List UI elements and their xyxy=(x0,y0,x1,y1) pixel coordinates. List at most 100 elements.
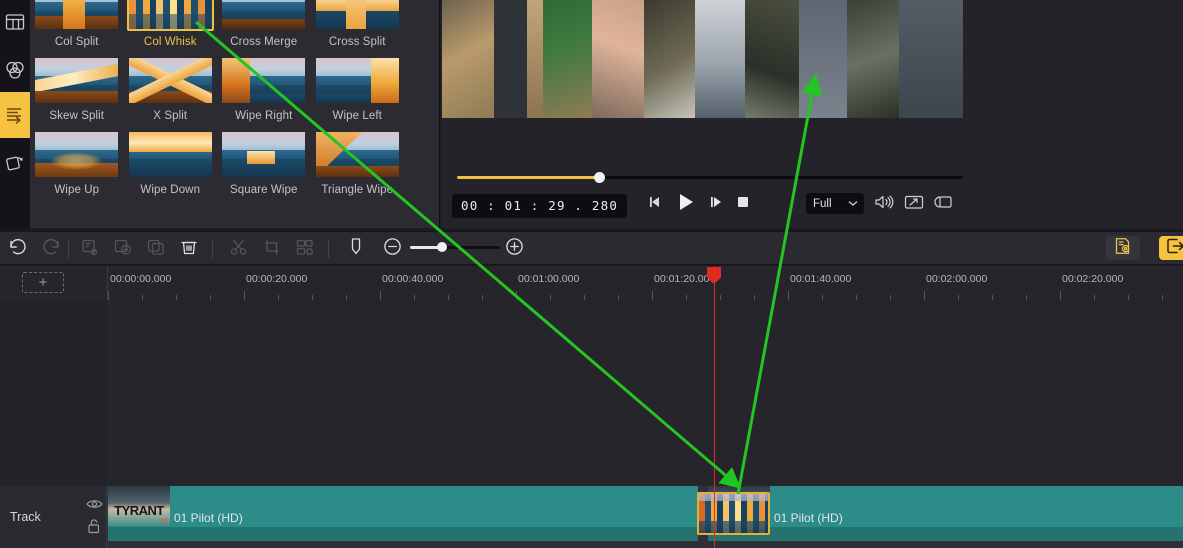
crop-button[interactable] xyxy=(262,239,282,259)
play-button[interactable] xyxy=(675,192,697,216)
ruler-label: 00:00:40.000 xyxy=(382,273,444,285)
speed-button[interactable] xyxy=(295,239,315,259)
add-marker-button[interactable] xyxy=(113,239,133,259)
project-settings-icon xyxy=(1113,237,1133,260)
prev-frame-button[interactable] xyxy=(646,195,664,213)
redo-icon xyxy=(41,238,61,261)
split-button[interactable] xyxy=(80,239,100,259)
timeline-clip[interactable]: TYRANT FX 01 Pilot (HD) xyxy=(108,486,698,541)
scrubber-handle[interactable] xyxy=(593,172,605,183)
transition-thumbnail[interactable] xyxy=(33,0,120,31)
transition-item-cross-merge[interactable]: Cross Merge xyxy=(217,0,311,48)
project-settings-button[interactable] xyxy=(1106,236,1140,260)
chevron-down-icon xyxy=(848,198,858,210)
timeline-transition-clip[interactable] xyxy=(697,492,770,535)
transition-label: Square Wipe xyxy=(229,184,298,196)
volume-button[interactable] xyxy=(874,194,894,215)
snapshot-button[interactable] xyxy=(934,195,954,213)
transition-thumbnail[interactable] xyxy=(126,0,214,31)
ruler-tick-major xyxy=(788,291,789,300)
transition-thumbnail[interactable] xyxy=(33,56,120,105)
transition-item-col-whisk[interactable]: Col Whisk xyxy=(124,0,218,48)
preview-scrubber[interactable] xyxy=(457,172,963,184)
transition-label: Cross Merge xyxy=(230,36,298,48)
transition-thumbnail[interactable] xyxy=(314,56,401,105)
copy-clip-button[interactable] xyxy=(146,239,166,259)
transition-item-wipe-down[interactable]: Wipe Down xyxy=(124,122,218,196)
fullscreen-button[interactable] xyxy=(904,195,924,213)
transition-item-triangle-wipe[interactable]: Triangle Wipe xyxy=(311,122,405,196)
scissors-icon xyxy=(229,238,249,261)
zoom-out-button[interactable] xyxy=(382,238,402,259)
timeline-track-row: Track TYRANT FX 01 Pilot (HD) 01 Pilot (… xyxy=(0,486,1183,548)
zoom-in-button[interactable] xyxy=(504,238,524,259)
sidebar-item-filters[interactable] xyxy=(0,47,30,93)
timeline-ruler[interactable]: 00:00:00.000 00:00:20.000 00:00:40.000 00:0… xyxy=(107,266,1183,300)
scrubber-fill xyxy=(457,176,599,179)
transition-thumbnail[interactable] xyxy=(220,130,307,179)
editing-toolbar xyxy=(0,231,1183,265)
delete-button[interactable] xyxy=(179,239,199,259)
transition-thumbnail[interactable] xyxy=(127,56,214,105)
crop-icon xyxy=(262,238,282,261)
audio-waveform xyxy=(708,527,1183,541)
snapshot-icon xyxy=(934,194,954,215)
transition-item-wipe-left[interactable]: Wipe Left xyxy=(311,48,405,122)
transition-thumbnail[interactable] xyxy=(220,56,307,105)
transition-item-square-wipe[interactable]: Square Wipe xyxy=(217,122,311,196)
volume-icon xyxy=(874,194,894,215)
ruler-label: 00:00:00.000 xyxy=(110,273,172,285)
fx-badge: FX xyxy=(160,519,168,525)
transition-label: Cross Split xyxy=(328,36,386,48)
fullscreen-icon xyxy=(904,194,924,215)
transition-thumbnail[interactable] xyxy=(314,0,401,31)
add-track-button[interactable]: + xyxy=(22,272,64,293)
track-lock-button[interactable] xyxy=(86,518,102,539)
transition-label: X Split xyxy=(153,110,188,122)
audio-waveform xyxy=(108,527,698,541)
transition-label: Triangle Wipe xyxy=(321,184,394,196)
track-visibility-button[interactable] xyxy=(86,497,103,515)
sidebar-item-animation[interactable] xyxy=(0,139,30,185)
transition-label: Wipe Right xyxy=(235,110,293,122)
clip-thumbnail: TYRANT FX xyxy=(108,486,170,526)
ruler-label: 00:01:40.000 xyxy=(790,273,852,285)
cut-button[interactable] xyxy=(229,239,249,259)
transition-label: Skew Split xyxy=(49,110,105,122)
transition-item-wipe-up[interactable]: Wipe Up xyxy=(30,122,124,196)
ruler-tick-major xyxy=(652,291,653,300)
transition-thumbnail[interactable] xyxy=(33,130,120,179)
transition-thumbnail[interactable] xyxy=(314,130,401,179)
transition-thumbnail[interactable] xyxy=(220,0,307,31)
ruler-label: 00:02:20.000 xyxy=(1062,273,1124,285)
marker-button[interactable] xyxy=(346,237,366,259)
ruler-tick-major xyxy=(380,291,381,300)
transition-thumbnail[interactable] xyxy=(127,130,214,179)
split-icon xyxy=(80,238,100,261)
ruler-label: 00:00:20.000 xyxy=(246,273,308,285)
ruler-tick-major xyxy=(924,291,925,300)
undo-button[interactable] xyxy=(8,238,28,259)
next-frame-button[interactable] xyxy=(707,195,725,213)
export-button[interactable] xyxy=(1159,236,1183,260)
timeline-clip[interactable]: TYRANT01 Pilot (HD) xyxy=(708,486,1183,541)
preview-video[interactable] xyxy=(442,0,963,118)
ruler-label: 00:02:00.000 xyxy=(926,273,988,285)
transition-item-skew-split[interactable]: Skew Split xyxy=(30,48,124,122)
timeline-zoom-handle[interactable] xyxy=(437,242,447,252)
sidebar-item-transitions[interactable] xyxy=(0,92,30,138)
trash-icon xyxy=(179,238,199,261)
transition-label: Wipe Up xyxy=(54,184,100,196)
transition-item-wipe-right[interactable]: Wipe Right xyxy=(217,48,311,122)
quality-dropdown[interactable]: Full xyxy=(806,193,864,214)
transition-item-col-split[interactable]: Col Split xyxy=(30,0,124,48)
transition-item-cross-split[interactable]: Cross Split xyxy=(311,0,405,48)
sidebar-item-media-library[interactable] xyxy=(0,0,30,46)
transition-item-x-split[interactable]: X Split xyxy=(124,48,218,122)
redo-button[interactable] xyxy=(41,238,61,261)
ruler-tick-major xyxy=(108,291,109,300)
stop-icon xyxy=(737,195,749,213)
stop-button[interactable] xyxy=(736,197,750,211)
ruler-tick-major xyxy=(244,291,245,300)
ruler-tick-major xyxy=(516,291,517,300)
